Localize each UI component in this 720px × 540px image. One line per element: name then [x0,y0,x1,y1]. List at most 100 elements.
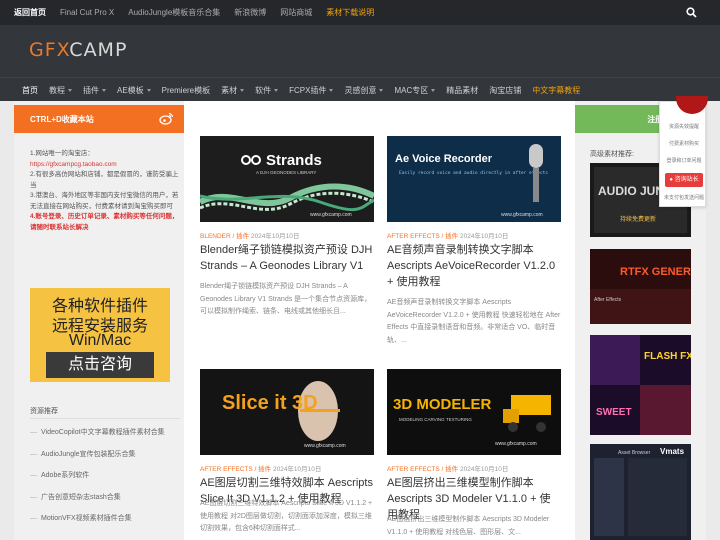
post-image-title: 3D MODELER [393,396,492,413]
post-image-title: Slice it 3D [222,392,318,414]
post-image-subtitle: Easily record voice and audio directly i… [399,170,548,176]
nav-item[interactable]: 中文字幕教程 [532,85,580,96]
taobao-shop-link[interactable]: https://gfxcampcg.taobao.com [30,160,180,171]
nav-item-label: MAC专区 [394,85,429,95]
post-category[interactable]: AFTER EFFECTS [387,466,440,473]
install-service-ad[interactable]: 各种软件插件 远程安装服务 Win/Mac 点击咨询 [30,288,170,382]
nav-item[interactable]: 首页 [22,85,38,96]
post-category[interactable]: 插件 [445,466,458,473]
recommended-image-text: RTFX GENERATOR [620,266,691,278]
top-link-home[interactable]: 返回首页 [14,7,46,18]
post-meta: AFTER EFFECTS / 插件 2024年10月10日 [387,233,509,240]
post-card: Slice it 3D www.gfxcamp.com AFTER EFFECT… [200,369,374,540]
post-thumbnail[interactable]: 3D MODELER MODELING CARVING TEXTURING ww… [387,369,561,455]
support-link[interactable]: 付费素材购买 [664,140,704,147]
nav-item[interactable]: FCPX插件 [289,85,334,96]
chevron-down-icon [240,88,245,92]
post-card: Strands A DJH GEONODES LIBRARY www.gfxca… [200,136,374,376]
recommended-image-text: FLASH FX PRO [644,351,691,362]
nav-item-label: 精品素材 [446,85,479,95]
resource-item[interactable]: — MotionVFX视频素材插件合集 [30,513,184,535]
post-grid: Strands A DJH GEONODES LIBRARY www.gfxca… [184,101,575,540]
ad-line-3: Win/Mac [68,332,132,349]
nav-item[interactable]: 灵感创意 [344,85,384,96]
bookmark-bar: CTRL+D收藏本站 [14,105,184,133]
recommended-item[interactable]: Vmats Asset Browser [590,444,691,540]
chevron-down-icon [329,88,334,92]
site-header: GFXCAMP [0,25,720,77]
nav-item-label: 插件 [83,85,99,95]
support-link[interactable]: 未支付包发送问题 [664,194,704,201]
top-link-weibo[interactable]: 新浪微博 [234,7,266,18]
resource-item[interactable]: — AudioJungle宣传包装配乐合集 [30,449,184,471]
top-bar: 返回首页 Final Cut Pro X AudioJungle模板音乐合集 新… [0,0,720,25]
resources-list: — VideoCopilot中文字幕教程插件素材合集 — AudioJungle宣传… [30,427,184,535]
top-link-fcpx[interactable]: Final Cut Pro X [60,8,114,17]
post-thumbnail[interactable]: Strands A DJH GEONODES LIBRARY www.gfxca… [200,136,374,222]
nav-item[interactable]: MAC专区 [394,85,436,96]
main-nav: 首页 教程 插件 AE模板 Premiere模板 素材 软件 FCPX插件 灵感创意 MAC专区 精… [0,77,720,101]
logo-camp: CAMP [69,39,128,61]
site-logo[interactable]: GFXCAMP [29,39,127,61]
post-image-watermark: www.gfxcamp.com [310,212,352,218]
left-sidebar: CTRL+D收藏本站 1.网站唯一的淘宝店： https://gfxcampcg… [14,101,184,540]
nav-item[interactable]: 软件 [255,85,279,96]
resource-item[interactable]: — Adobe系列软件 [30,470,184,492]
chevron-down-icon [102,88,106,92]
nav-item-label: 中文字幕教程 [532,85,581,95]
post-category[interactable]: AFTER EFFECTS [200,466,253,473]
nav-item[interactable]: 素材 [221,85,245,96]
chevron-down-icon [431,88,436,92]
post-title[interactable]: Blender绳子锁链模拟资产预设 DJH Strands – A Geonod… [200,242,374,274]
top-link-download-guide[interactable]: 素材下载说明 [326,7,374,18]
post-category[interactable]: BLENDER [200,233,231,240]
consult-admin-label: 咨询站长 [674,177,699,183]
post-image-watermark: www.gfxcamp.com [495,441,537,447]
top-link-audiojungle[interactable]: AudioJungle模板音乐合集 [128,7,220,18]
recommended-item[interactable]: FLASH FX PRO SWEET [590,335,691,435]
site-notice: 1.网站唯一的淘宝店： https://gfxcampcg.taobao.com… [30,149,180,233]
top-link-shop[interactable]: 网站商城 [280,7,312,18]
resource-item[interactable]: — VideoCopilot中文字幕教程插件素材合集 [30,427,184,449]
nav-item-label: 首页 [22,85,38,95]
support-link[interactable]: 登录和订单问题 [664,157,704,164]
nav-item[interactable]: 精品素材 [446,85,478,96]
resource-item[interactable]: — 广告创意短杂志stash合集 [30,492,184,514]
support-link[interactable]: 资源失效提醒 [664,123,704,130]
post-thumbnail[interactable]: Slice it 3D www.gfxcamp.com [200,369,374,455]
top-links: 返回首页 Final Cut Pro X AudioJungle模板音乐合集 新… [14,0,388,25]
notice-line-3: 3.港澳台、海外地区等非国内支付宝微信的用户，若无法直接在网站购买，付费素材请到… [30,192,179,210]
post-category[interactable]: AFTER EFFECTS [387,233,440,240]
nav-item[interactable]: Premiere模板 [162,85,210,96]
search-icon [685,7,697,18]
recommended-image-subtext: SWEET [596,407,632,418]
nav-item[interactable]: AE模板 [117,85,151,96]
recommended-image-subtext: After Effects [594,297,622,303]
nav-item[interactable]: 淘宝店铺 [489,85,521,96]
recommended-image-subtext: Asset Browser [618,450,651,456]
chevron-down-icon [68,88,72,92]
post-category[interactable]: 插件 [236,233,249,240]
consult-button[interactable]: 点击咨询 [46,352,154,378]
logo-gfx: GFX [29,39,70,61]
recommended-item[interactable]: RTFX GENERATOR After Effects [590,249,691,324]
avatar [676,96,708,114]
post-category[interactable]: 插件 [258,466,271,473]
post-title[interactable]: AE音频声音录制转换文字脚本 Aescripts AeVoiceRecorder… [387,242,561,290]
post-meta: AFTER EFFECTS / 插件 2024年10月10日 [387,466,509,473]
post-thumbnail[interactable]: Ae Voice Recorder Easily record voice an… [387,136,561,222]
post-excerpt: AE图层挤出三维模型制作脚本 Aescripts 3D Modeler V1.1… [387,516,550,536]
post-category[interactable]: 插件 [445,233,458,240]
post-card: 3D MODELER MODELING CARVING TEXTURING ww… [387,369,561,540]
post-meta: BLENDER / 插件 2024年10月10日 [200,233,300,240]
weibo-icon[interactable] [159,112,174,125]
divider [30,418,180,419]
nav-item-label: 教程 [49,85,65,95]
post-image-title: Ae Voice Recorder [395,153,493,165]
notice-line-1: 1.网站唯一的淘宝店： [30,150,94,157]
nav-item[interactable]: 插件 [83,85,106,96]
nav-item[interactable]: 教程 [49,85,72,96]
search-button[interactable] [676,0,706,25]
consult-admin-button[interactable]: ● 咨询站长 [665,173,703,187]
recommended-image-text: Vmats [660,447,685,456]
